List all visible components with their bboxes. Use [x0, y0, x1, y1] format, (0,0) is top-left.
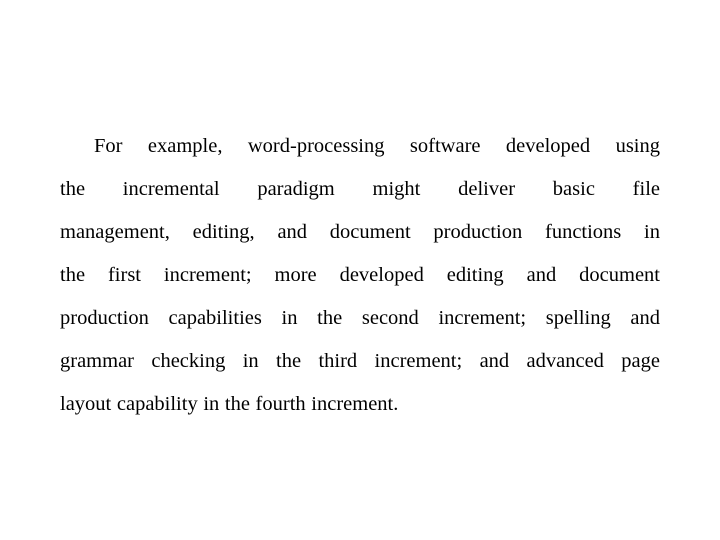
paragraph-line: For example, word-processing software de…: [94, 135, 660, 157]
paragraph-line: grammar checking in the third increment;…: [60, 350, 660, 372]
paragraph-line: the first increment; more developed edit…: [60, 264, 660, 286]
paragraph-line: layout capability in the fourth incremen…: [60, 393, 399, 415]
paragraph-line: production capabilities in the second in…: [60, 307, 660, 329]
paragraph-line: management, editing, and document produc…: [60, 221, 660, 243]
body-text-block: For example, word-processing software de…: [60, 125, 660, 426]
slide-canvas: For example, word-processing software de…: [0, 0, 720, 540]
paragraph-line: the incremental paradigm might deliver b…: [60, 178, 660, 200]
paragraph: For example, word-processing software de…: [60, 125, 660, 426]
